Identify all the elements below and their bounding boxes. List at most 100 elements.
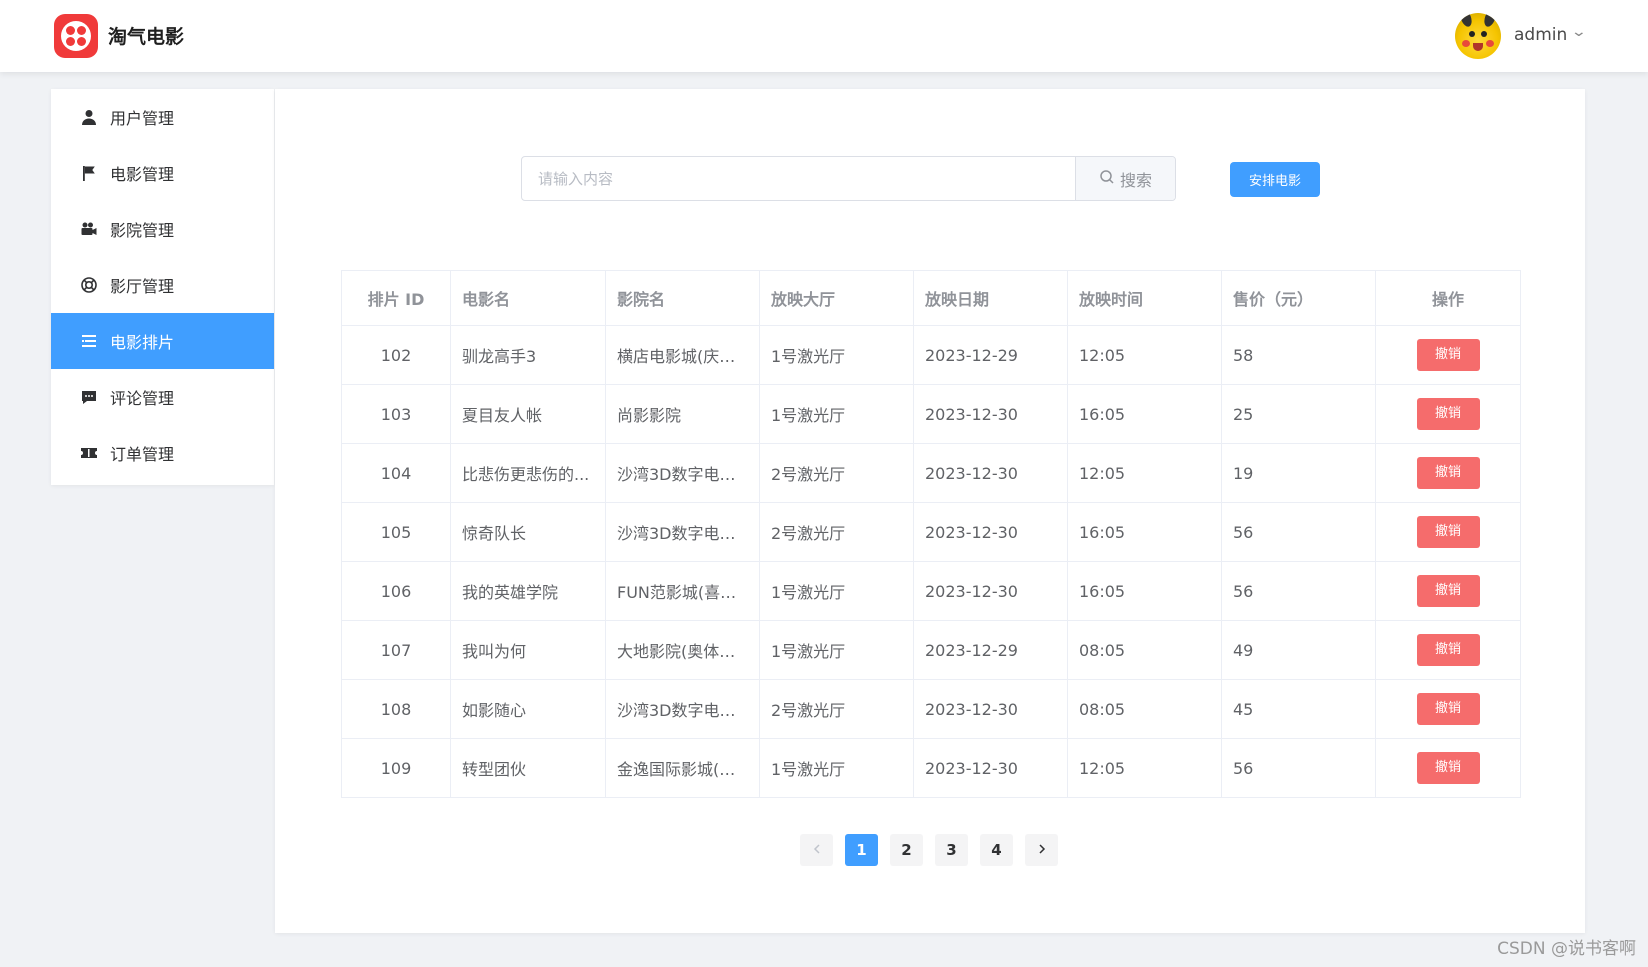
table-row: 104 比悲伤更悲伤的... 沙湾3D数字电影院 2号激光厅 2023-12-30 12:…: [341, 443, 1521, 503]
sidebar-item-cinemas[interactable]: 影院管理: [51, 201, 274, 257]
main-panel: 搜索 安排电影 排片 ID电影名影院名放映大厅放映日期放映时间售价（元）操作 1…: [275, 89, 1585, 933]
comment-icon: [78, 386, 100, 408]
table-row: 108 如影随心 沙湾3D数字电影院 2号激光厅 2023-12-30 08:05 45 撤销: [341, 679, 1521, 739]
cell-id: 108: [341, 679, 451, 739]
cell-price: 49: [1221, 620, 1376, 680]
top-header: 淘气电影 admin ⌄: [0, 0, 1648, 72]
column-header: 电影名: [450, 270, 606, 326]
cell-hall: 1号激光厅: [759, 620, 914, 680]
avatar[interactable]: [1455, 13, 1501, 59]
cell-cinema: 金逸国际影城(维...: [605, 738, 760, 798]
sidebar-item-schedule[interactable]: 电影排片: [51, 313, 274, 369]
table-header-row: 排片 ID 电影名 影院名 放映大厅 放映日期 放映时间 售价（元） 操作: [341, 270, 1521, 326]
cancel-button[interactable]: 撤销: [1416, 634, 1480, 666]
next-page-button[interactable]: [1025, 834, 1058, 866]
search-input[interactable]: [522, 157, 1075, 200]
cell-movie: 比悲伤更悲伤的...: [450, 443, 606, 503]
cell-cinema: 沙湾3D数字电影院: [605, 679, 760, 739]
cell-time: 16:05: [1067, 561, 1222, 621]
cancel-button[interactable]: 撤销: [1416, 575, 1480, 607]
cell-movie: 转型团伙: [450, 738, 606, 798]
cell-cinema: 横店电影城(庆丰...: [605, 325, 760, 385]
cell-action: 撤销: [1375, 325, 1521, 385]
cell-hall: 1号激光厅: [759, 325, 914, 385]
cell-id: 104: [341, 443, 451, 503]
sidebar-item-orders[interactable]: 订单管理: [51, 425, 274, 481]
cell-date: 2023-12-30: [913, 738, 1068, 798]
cell-time: 12:05: [1067, 443, 1222, 503]
cell-hall: 1号激光厅: [759, 561, 914, 621]
cell-hall: 1号激光厅: [759, 384, 914, 444]
cell-date: 2023-12-29: [913, 620, 1068, 680]
cell-movie: 驯龙高手3: [450, 325, 606, 385]
cell-action: 撤销: [1375, 443, 1521, 503]
cell-movie: 我叫为何: [450, 620, 606, 680]
cancel-button[interactable]: 撤销: [1416, 457, 1480, 489]
logo-icon[interactable]: [54, 14, 98, 58]
cell-movie: 如影随心: [450, 679, 606, 739]
cell-date: 2023-12-30: [913, 502, 1068, 562]
watermark: CSDN @说书客啊: [1497, 939, 1636, 959]
column-header: 操作: [1375, 270, 1521, 326]
cell-time: 12:05: [1067, 325, 1222, 385]
cell-hall: 1号激光厅: [759, 738, 914, 798]
lifebuoy-icon: [78, 274, 100, 296]
cell-cinema: 大地影院(奥体高...: [605, 620, 760, 680]
sidebar-item-label: 电影排片: [110, 333, 175, 352]
cancel-button[interactable]: 撤销: [1416, 398, 1480, 430]
cancel-button[interactable]: 撤销: [1416, 339, 1480, 371]
user-name[interactable]: admin: [1514, 25, 1567, 45]
ticket-icon: [78, 442, 100, 464]
user-icon: [78, 106, 100, 128]
cell-time: 16:05: [1067, 384, 1222, 444]
cell-id: 105: [341, 502, 451, 562]
cell-time: 16:05: [1067, 502, 1222, 562]
sidebar-item-halls[interactable]: 影厅管理: [51, 257, 274, 313]
prev-page-button[interactable]: [800, 834, 833, 866]
cell-id: 107: [341, 620, 451, 680]
chevron-left-icon: [811, 841, 823, 859]
sidebar-item-movies[interactable]: 电影管理: [51, 145, 274, 201]
sidebar-item-comments[interactable]: 评论管理: [51, 369, 274, 425]
search-bar: 搜索: [521, 156, 1176, 201]
cancel-button[interactable]: 撤销: [1416, 516, 1480, 548]
flag-icon: [78, 162, 100, 184]
cell-id: 106: [341, 561, 451, 621]
sidebar-item-label: 用户管理: [110, 109, 175, 128]
add-schedule-button[interactable]: 安排电影: [1230, 162, 1320, 197]
sidebar-item-label: 电影管理: [110, 165, 175, 184]
cell-price: 56: [1221, 738, 1376, 798]
cell-action: 撤销: [1375, 738, 1521, 798]
page-button[interactable]: 4: [980, 834, 1013, 866]
page-button[interactable]: 3: [935, 834, 968, 866]
brand-name[interactable]: 淘气电影: [108, 22, 184, 49]
table-row: 102 驯龙高手3 横店电影城(庆丰... 1号激光厅 2023-12-29 12:05 5…: [341, 325, 1521, 385]
cell-id: 103: [341, 384, 451, 444]
cell-action: 撤销: [1375, 620, 1521, 680]
search-button[interactable]: 搜索: [1075, 157, 1175, 200]
search-icon: [1099, 169, 1120, 189]
sidebar-item-label: 影厅管理: [110, 277, 175, 296]
sidebar-item-users[interactable]: 用户管理: [51, 89, 274, 145]
cancel-button[interactable]: 撤销: [1416, 752, 1480, 784]
sidebar: 用户管理电影管理影院管理影厅管理电影排片评论管理 订单管理: [51, 89, 274, 485]
cell-action: 撤销: [1375, 502, 1521, 562]
column-header: 放映日期: [913, 270, 1068, 326]
page-button[interactable]: 2: [890, 834, 923, 866]
search-button-label: 搜索: [1119, 170, 1152, 190]
column-header: 售价（元）: [1221, 270, 1376, 326]
cell-price: 45: [1221, 679, 1376, 739]
cell-date: 2023-12-30: [913, 679, 1068, 739]
pagination: 1234: [800, 834, 1058, 866]
column-header: 排片 ID: [341, 270, 451, 326]
cell-cinema: 尚影影院: [605, 384, 760, 444]
table-row: 106 我的英雄学院 FUN范影城(喜洋... 1号激光厅 2023-12-30 16:0…: [341, 561, 1521, 621]
table-row: 103 夏目友人帐 尚影影院 1号激光厅 2023-12-30 16:05 25 撤销: [341, 384, 1521, 444]
cell-price: 56: [1221, 502, 1376, 562]
table-row: 107 我叫为何 大地影院(奥体高... 1号激光厅 2023-12-29 08:05 49…: [341, 620, 1521, 680]
page-button[interactable]: 1: [845, 834, 878, 866]
chevron-down-icon[interactable]: ⌄: [1571, 24, 1587, 40]
table-row: 105 惊奇队长 沙湾3D数字电影院 2号激光厅 2023-12-30 16:05 56 撤销: [341, 502, 1521, 562]
cancel-button[interactable]: 撤销: [1416, 693, 1480, 725]
cell-time: 12:05: [1067, 738, 1222, 798]
